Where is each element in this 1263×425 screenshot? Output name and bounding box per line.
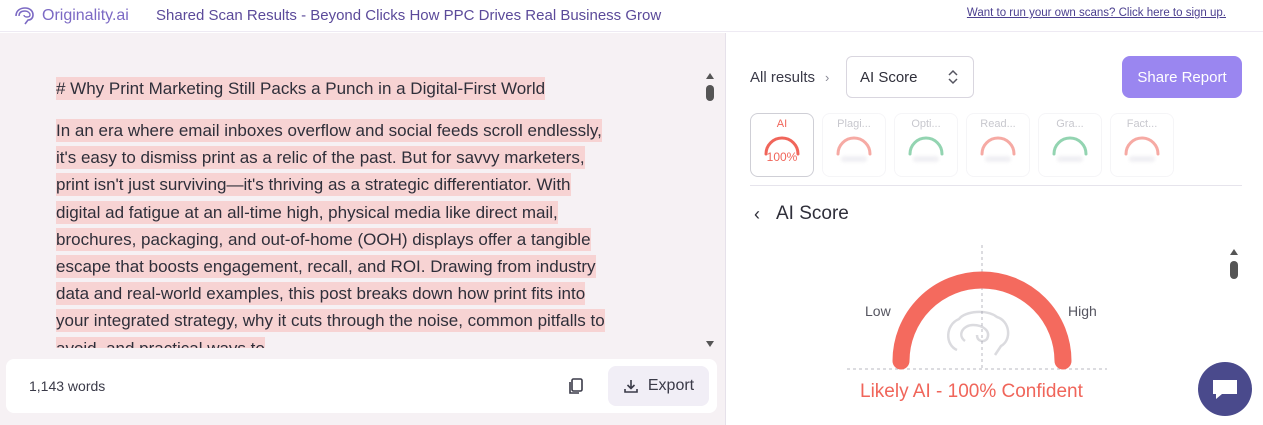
ai-score-gauge [847, 245, 1107, 370]
score-tab-gauge [980, 136, 1016, 156]
document-content: # Why Print Marketing Still Packs a Punc… [0, 33, 700, 348]
breadcrumb-all-results[interactable]: All results [750, 69, 815, 86]
chat-launcher[interactable] [1198, 362, 1252, 416]
score-tab-gauge [836, 136, 872, 156]
export-button[interactable]: Export [608, 366, 709, 406]
share-report-button[interactable]: Share Report [1122, 56, 1242, 98]
score-tab-label: Gra... [1056, 118, 1084, 130]
gauge-low-label: Low [865, 303, 891, 319]
logo-text: Originality.ai [42, 6, 129, 24]
score-tab[interactable]: Opti... [894, 113, 958, 177]
score-tab-label: Opti... [911, 118, 941, 130]
word-count: 1,143 words [29, 378, 106, 394]
results-scrollbar[interactable] [1227, 249, 1241, 299]
score-tab[interactable]: Read... [966, 113, 1030, 177]
score-tab-label: Plagi... [837, 118, 871, 130]
highlighted-heading: # Why Print Marketing Still Packs a Punc… [56, 77, 546, 100]
document-panel: # Why Print Marketing Still Packs a Punc… [0, 33, 726, 425]
ai-verdict: Likely AI - 100% Confident [860, 381, 1083, 402]
score-tab-gauge [1124, 136, 1160, 156]
chevron-updown-icon [948, 69, 958, 85]
page-title: Shared Scan Results - Beyond Clicks How … [156, 7, 662, 24]
score-tab-label: Read... [980, 118, 1016, 130]
brain-icon [947, 310, 1010, 356]
gauge-high-label: High [1068, 303, 1097, 319]
document-scrollbar[interactable] [703, 73, 717, 347]
scroll-up-arrow[interactable] [1230, 249, 1238, 255]
results-panel: All results › AI Score Share Report AI 10… [727, 33, 1263, 425]
score-tab-hidden-value [985, 156, 1011, 162]
score-tab-hidden-value [1129, 156, 1155, 162]
score-tab-gauge [908, 136, 944, 156]
section-title: AI Score [776, 203, 849, 224]
score-tab-gauge [1052, 136, 1088, 156]
scroll-down-arrow[interactable] [706, 341, 714, 347]
scrollbar-thumb[interactable] [1230, 261, 1238, 279]
chat-bubble-icon [1213, 380, 1237, 399]
score-tabs: AI 100% Plagi... Opti... Read... Gra... Fact..… [750, 113, 1220, 177]
scrollbar-thumb[interactable] [706, 85, 714, 101]
brain-icon [15, 6, 34, 24]
score-tab-hidden-value [913, 156, 939, 162]
selected-score-type: AI Score [860, 68, 918, 86]
score-tab-hidden-value [841, 156, 867, 162]
chevron-right-icon: › [825, 70, 830, 85]
score-tab[interactable]: Fact... [1110, 113, 1174, 177]
score-tab[interactable]: Plagi... [822, 113, 886, 177]
document-footer: 1,143 words Export [6, 359, 717, 413]
document-paragraph: In an era where email inboxes overflow a… [56, 117, 616, 348]
highlighted-paragraph: In an era where email inboxes overflow a… [56, 119, 605, 348]
score-tab-value: 100% [766, 150, 798, 164]
logo[interactable]: Originality.ai [12, 6, 162, 26]
chevron-left-icon: ‹ [754, 203, 760, 224]
document-heading: # Why Print Marketing Still Packs a Punc… [56, 75, 700, 103]
breadcrumb[interactable]: All results › [750, 69, 829, 86]
score-tab[interactable]: Gra... [1038, 113, 1102, 177]
ai-score-back[interactable]: ‹ AI Score [754, 203, 849, 225]
scroll-up-arrow[interactable] [706, 73, 714, 79]
copy-icon[interactable] [566, 376, 586, 396]
divider [750, 185, 1242, 186]
score-tab-label: Fact... [1126, 118, 1158, 130]
signup-link[interactable]: Want to run your own scans? Click here t… [967, 7, 1226, 19]
export-label: Export [647, 377, 695, 394]
download-icon [624, 380, 638, 393]
score-tab-hidden-value [1057, 156, 1083, 162]
score-tab[interactable]: AI 100% [750, 113, 814, 177]
score-tab-label: AI [776, 118, 788, 130]
top-header: Originality.ai Shared Scan Results - Bey… [0, 0, 1263, 32]
score-type-select[interactable]: AI Score [846, 56, 974, 98]
